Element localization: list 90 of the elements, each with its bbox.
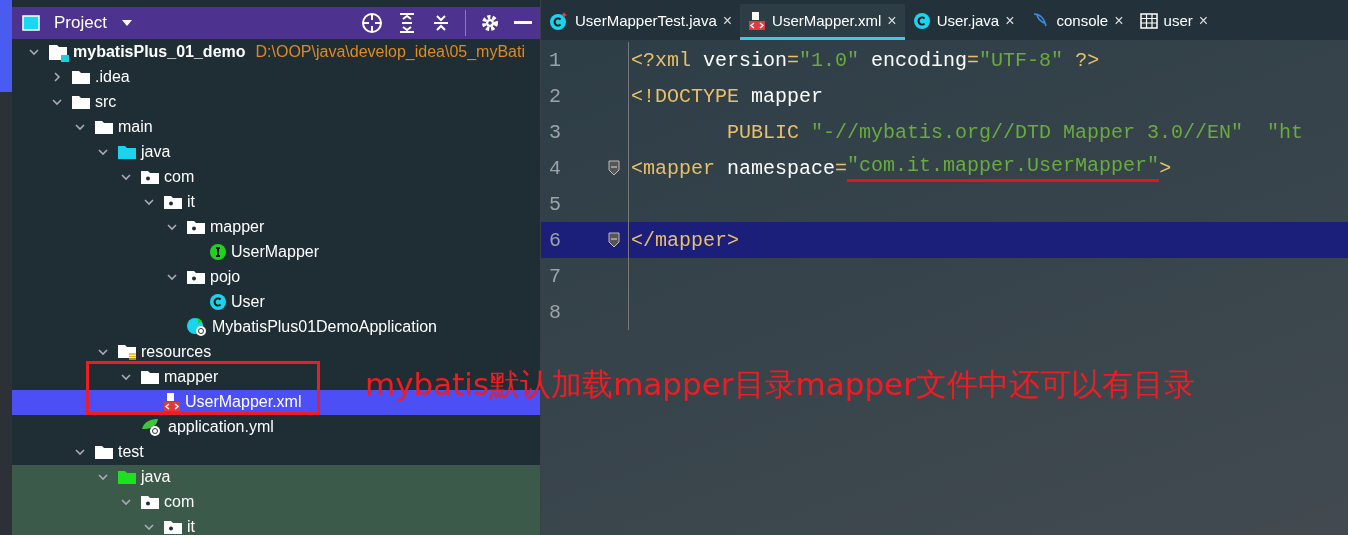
interface-icon [209, 243, 227, 262]
editor-tab[interactable]: UserMapperTest.java × [541, 4, 741, 40]
spring-class-icon [186, 317, 208, 338]
package-icon [140, 494, 160, 511]
package-icon [140, 169, 160, 186]
tree-item[interactable]: application.yml [116, 414, 274, 440]
tree-item[interactable]: com [116, 164, 195, 190]
tree-item[interactable]: mapper [162, 214, 265, 240]
tree-item[interactable]: test [70, 439, 144, 465]
line-number: 3 [548, 120, 562, 144]
class-icon [209, 293, 227, 312]
project-path: D:\OOP\java\develop_idea\05_myBati [255, 43, 525, 62]
code-token: PUBLIC [726, 120, 800, 144]
line-number: 1 [548, 48, 562, 72]
tree-item[interactable]: User [185, 289, 265, 315]
code-token: "1.0" [799, 48, 860, 72]
package-icon [163, 519, 183, 535]
package-icon [163, 194, 183, 211]
tree-item[interactable]: com [116, 489, 195, 515]
tree-item[interactable]: it [139, 514, 195, 535]
module-icon [48, 42, 69, 62]
code-token: = [787, 48, 800, 72]
tree-item[interactable]: .idea [47, 64, 130, 90]
code-token: <mapper [631, 156, 715, 180]
folder-icon [117, 469, 137, 486]
code-token: <!DOCTYPE [631, 84, 740, 108]
code-token: </mapper> [631, 228, 740, 252]
tree-item[interactable]: main [70, 114, 153, 140]
code-token: = [967, 48, 980, 72]
class-icon [549, 10, 569, 31]
chevron-right-icon[interactable] [51, 71, 63, 84]
panel-title: Project [54, 12, 107, 33]
class-icon [912, 11, 931, 30]
code-token: version [702, 48, 788, 72]
tree-item[interactable]: UserMapper.xml [139, 389, 302, 415]
xml-file-icon [163, 392, 181, 413]
xml-file-icon [748, 10, 767, 31]
code-token: = [835, 156, 848, 180]
package-icon [186, 269, 206, 286]
folder-icon [71, 94, 91, 111]
window-icon [22, 14, 40, 31]
resources-folder-icon [117, 343, 137, 362]
tree-item[interactable]: src [47, 89, 117, 115]
tree-item[interactable]: mybatisPlus_01_demo D:\OOP\java\develop_idea\05_myBati [24, 39, 525, 65]
minimize-icon[interactable] [514, 20, 532, 25]
tree-item[interactable]: MybatisPlus01DemoApplication [162, 314, 437, 340]
close-tab-button[interactable]: × [1005, 11, 1015, 30]
table-icon [1139, 12, 1158, 29]
folder-icon [117, 144, 137, 161]
fold-marker-icon[interactable] [608, 160, 620, 176]
dropdown-caret-icon[interactable] [120, 18, 133, 27]
tree-item[interactable]: resources [93, 339, 212, 365]
package-icon [186, 219, 206, 236]
tree-item[interactable]: pojo [162, 264, 241, 290]
settings-icon[interactable] [480, 12, 500, 33]
tree-item[interactable]: it [139, 189, 195, 215]
code-token: > [1159, 156, 1172, 180]
folder-icon [71, 69, 91, 86]
close-tab-button[interactable]: × [722, 11, 733, 30]
folder-icon [94, 119, 114, 136]
close-tab-button[interactable]: × [1198, 11, 1209, 30]
editor-tab[interactable]: User.java × [904, 4, 1023, 40]
line-number: 2 [548, 84, 562, 108]
tree-item[interactable]: java [93, 464, 171, 490]
editor-tab[interactable]: console × [1022, 4, 1132, 40]
line-number: 5 [548, 192, 562, 216]
code-token: namespace [726, 156, 836, 180]
target-icon[interactable] [361, 11, 383, 34]
code-token: mapper [750, 84, 824, 108]
line-number: 8 [548, 300, 562, 324]
expand-all-icon[interactable] [397, 11, 417, 34]
code-token: "UTF-8" [979, 48, 1064, 72]
folder-icon [94, 444, 114, 461]
tree-item[interactable]: UserMapper [185, 239, 320, 265]
editor-tab[interactable]: user × [1131, 4, 1217, 40]
code-token: "com.it.mapper.UserMapper" [847, 154, 1160, 182]
editor-tab[interactable]: UserMapper.xml × [740, 4, 905, 40]
tree-item[interactable]: mapper [116, 364, 219, 390]
folder-icon [140, 369, 160, 386]
close-tab-button[interactable]: × [887, 11, 897, 30]
code-token: ?> [1074, 48, 1100, 72]
fold-marker-icon[interactable] [608, 232, 620, 248]
line-number: 7 [548, 264, 562, 288]
code-token: encoding [870, 48, 968, 72]
code-token: <?xml [631, 48, 691, 72]
code-token: "-//mybatis.org//DTD Mapper 3.0//EN" "ht [810, 120, 1304, 144]
tree-item[interactable]: java [93, 139, 171, 165]
line-number: 4 [548, 156, 562, 180]
close-tab-button[interactable]: × [1114, 11, 1124, 30]
line-number: 6 [548, 228, 562, 252]
